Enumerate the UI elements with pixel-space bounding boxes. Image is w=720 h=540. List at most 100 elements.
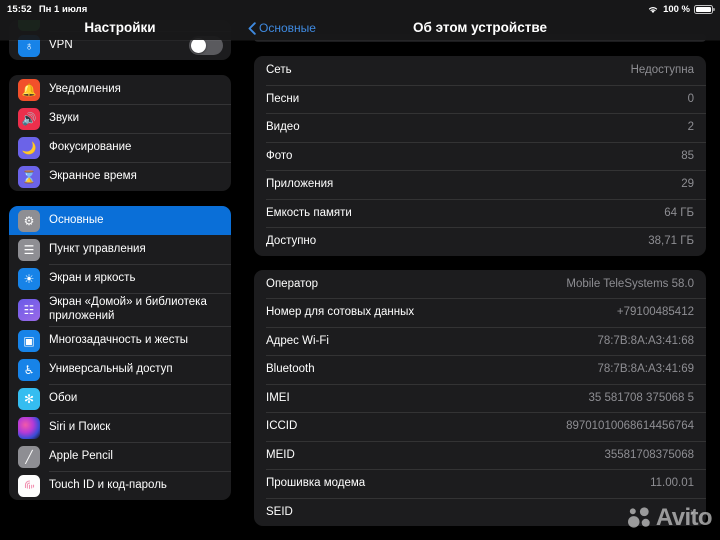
detail-header: Основные Об этом устройстве (240, 0, 720, 40)
notifications-icon: 🔔 (18, 78, 40, 101)
detail-row-сеть: Сеть Недоступна (254, 56, 706, 85)
detail-row-value: 38,71 ГБ (648, 235, 694, 248)
chevron-left-icon (248, 21, 256, 35)
sidebar-item-пункт-управления[interactable]: ☰ Пункт управления (9, 235, 231, 264)
detail-row-label: ICCID (266, 420, 298, 433)
detail-card: Оператор Mobile TeleSystems 58.0 Номер для… (254, 269, 706, 527)
detail-row-value: 35581708375068 (604, 448, 694, 461)
detail-row-адрес-wi-fi: Адрес Wi-Fi 78:7B:8A:A3:41:68 (254, 326, 706, 356)
control-center-icon: ☰ (18, 238, 40, 261)
detail-row-value-wrap: 78:7B:8A:A3:41:68 (597, 335, 694, 347)
sidebar-item-уведомления[interactable]: 🔔 Уведомления (9, 75, 231, 104)
sidebar-item-экран-и-яркость[interactable]: ☀ Экран и яркость (9, 264, 231, 293)
detail-row-прошивка-модема: Прошивка модема 11.00.01 (254, 469, 706, 498)
sidebar-group: ⚙ Основные ☰ Пункт управления ☀ Экран и яркос… (9, 206, 231, 500)
sidebar-item-label: Экранное время (49, 169, 137, 182)
detail-row-value: Недоступна (630, 64, 694, 77)
sidebar-item-обои[interactable]: ✻ Обои (9, 384, 231, 413)
detail-row-value-wrap: 85 (681, 150, 694, 162)
detail-row-bluetooth: Bluetooth 78:7B:8A:A3:41:69 (254, 355, 706, 384)
detail-row-label: Bluetooth (266, 363, 315, 376)
chevron-right-icon: › (690, 504, 694, 519)
detail-row-value-wrap: 0 (688, 93, 694, 105)
sidebar-item-label: Обои (49, 391, 78, 404)
general-icon: ⚙ (18, 209, 40, 232)
detail-row-value: 78:7B:8A:A3:41:68 (597, 334, 694, 347)
detail-row-value: Mobile TeleSystems 58.0 (566, 277, 694, 290)
detail-row-приложения: Приложения 29 (254, 170, 706, 199)
sidebar-item-label: Apple Pencil (49, 449, 113, 462)
sidebar-item-label: Экран и яркость (49, 271, 136, 284)
detail-row-label: Прошивка модема (266, 477, 366, 490)
sidebar-item-label: VPN (49, 38, 73, 51)
sidebar-item-звуки[interactable]: 🔊 Звуки (9, 104, 231, 133)
ipad-settings-screen: ♁ VPN 🔔 Уведомления 🔊 Звуки 🌙 Фокусирование ⌛ Экр… (0, 0, 720, 540)
detail-row-номер-для-сотовых-данных: Номер для сотовых данных +79100485412 (254, 298, 706, 327)
detail-row-value-wrap: 35581708375068 (604, 449, 694, 461)
detail-row-label: Фото (266, 149, 293, 162)
detail-row-seid[interactable]: SEID › (254, 497, 706, 527)
detail-card: Сеть Недоступна Песни 0 Видео 2 Фото 85 Приложен… (254, 56, 706, 256)
detail-row-value-wrap: Недоступна (631, 64, 694, 76)
detail-row-value-wrap: Mobile TeleSystems 58.0 (566, 278, 694, 290)
detail-row-песни: Песни 0 (254, 84, 706, 114)
detail-row-value: 89701010068614456764 (566, 420, 694, 433)
sounds-icon: 🔊 (18, 107, 40, 130)
sidebar-header: Настройки (0, 0, 240, 40)
detail-row-оператор: Оператор Mobile TeleSystems 58.0 (254, 270, 706, 299)
screen-time-icon: ⌛ (18, 165, 40, 188)
sidebar-item-основные[interactable]: ⚙ Основные (9, 206, 231, 235)
detail-row-value: 64 ГБ (664, 206, 694, 219)
detail-row-label: Емкость памяти (266, 206, 352, 219)
sidebar-scroll-area[interactable]: ♁ VPN 🔔 Уведомления 🔊 Звуки 🌙 Фокусирование ⌛ Экр… (0, 0, 240, 515)
detail-row-value-wrap: 89701010068614456764 (566, 420, 694, 432)
back-button-label: Основные (259, 21, 316, 35)
sidebar-item-label: Универсальный доступ (49, 362, 173, 375)
back-button[interactable]: Основные (240, 21, 316, 35)
sidebar-group: 🔔 Уведомления 🔊 Звуки 🌙 Фокусирование ⌛ Экранно… (9, 75, 231, 191)
sidebar-item-многозадачность-и-жесты[interactable]: ▣ Многозадачность и жесты (9, 326, 231, 355)
detail-row-value-wrap: 38,71 ГБ (648, 235, 694, 247)
detail-row-value-wrap: 11.00.01 (650, 477, 694, 489)
about-device-panel: Сеть Недоступна Песни 0 Видео 2 Фото 85 Приложен… (240, 0, 720, 540)
detail-row-iccid: ICCID 89701010068614456764 (254, 412, 706, 441)
detail-row-label: SEID (266, 505, 293, 518)
sidebar-item-siri-и-поиск[interactable]: Siri и Поиск (9, 413, 231, 442)
detail-row-label: Номер для сотовых данных (266, 306, 415, 319)
detail-row-value-wrap: +79100485412 (617, 306, 694, 318)
sidebar-item-apple-pencil[interactable]: ╱ Apple Pencil (9, 442, 231, 471)
home-screen-icon: ☷ (18, 298, 40, 321)
siri-icon (18, 416, 40, 439)
detail-row-value: 78:7B:8A:A3:41:69 (597, 363, 694, 376)
detail-row-label: Песни (266, 92, 300, 105)
sidebar-item-фокусирование[interactable]: 🌙 Фокусирование (9, 133, 231, 162)
settings-sidebar: ♁ VPN 🔔 Уведомления 🔊 Звуки 🌙 Фокусирование ⌛ Экр… (0, 0, 240, 540)
sidebar-item-экран-домой-и-библиотека-приложений[interactable]: ☷ Экран «Домой» и библиотека приложений (9, 293, 231, 326)
detail-row-value-wrap: 2 (688, 121, 694, 133)
sidebar-item-label: Уведомления (49, 82, 121, 95)
detail-row-емкость-памяти: Емкость памяти 64 ГБ (254, 198, 706, 228)
detail-row-label: Доступно (266, 235, 317, 248)
sidebar-title: Настройки (84, 20, 156, 35)
detail-row-label: Видео (266, 121, 300, 134)
detail-row-value: 2 (687, 121, 694, 134)
detail-row-доступно: Доступно 38,71 ГБ (254, 227, 706, 256)
sidebar-item-универсальный-доступ[interactable]: ♿ Универсальный доступ (9, 355, 231, 384)
detail-scroll-area[interactable]: Сеть Недоступна Песни 0 Видео 2 Фото 85 Приложен… (240, 0, 720, 526)
detail-row-value: 29 (681, 178, 694, 191)
sidebar-item-touch-id-и-код-пароль[interactable]: Touch ID и код-пароль (9, 471, 231, 500)
apple-pencil-icon: ╱ (18, 445, 40, 468)
detail-row-value: +79100485412 (616, 306, 694, 319)
sidebar-item-label: Звуки (49, 111, 80, 124)
detail-row-label: Сеть (266, 64, 292, 77)
touch-id-icon (18, 474, 40, 497)
sidebar-item-экранное-время[interactable]: ⌛ Экранное время (9, 162, 231, 191)
detail-row-value: 35 581708 375068 5 (588, 391, 694, 404)
detail-row-value: 0 (687, 92, 694, 105)
sidebar-item-label: Touch ID и код-пароль (49, 478, 167, 491)
detail-row-value-wrap: › (684, 506, 694, 518)
sidebar-item-label: Экран «Домой» и библиотека приложений (49, 296, 207, 322)
accessibility-icon: ♿ (18, 358, 40, 381)
detail-row-label: IMEI (266, 391, 290, 404)
display-brightness-icon: ☀ (18, 267, 40, 290)
